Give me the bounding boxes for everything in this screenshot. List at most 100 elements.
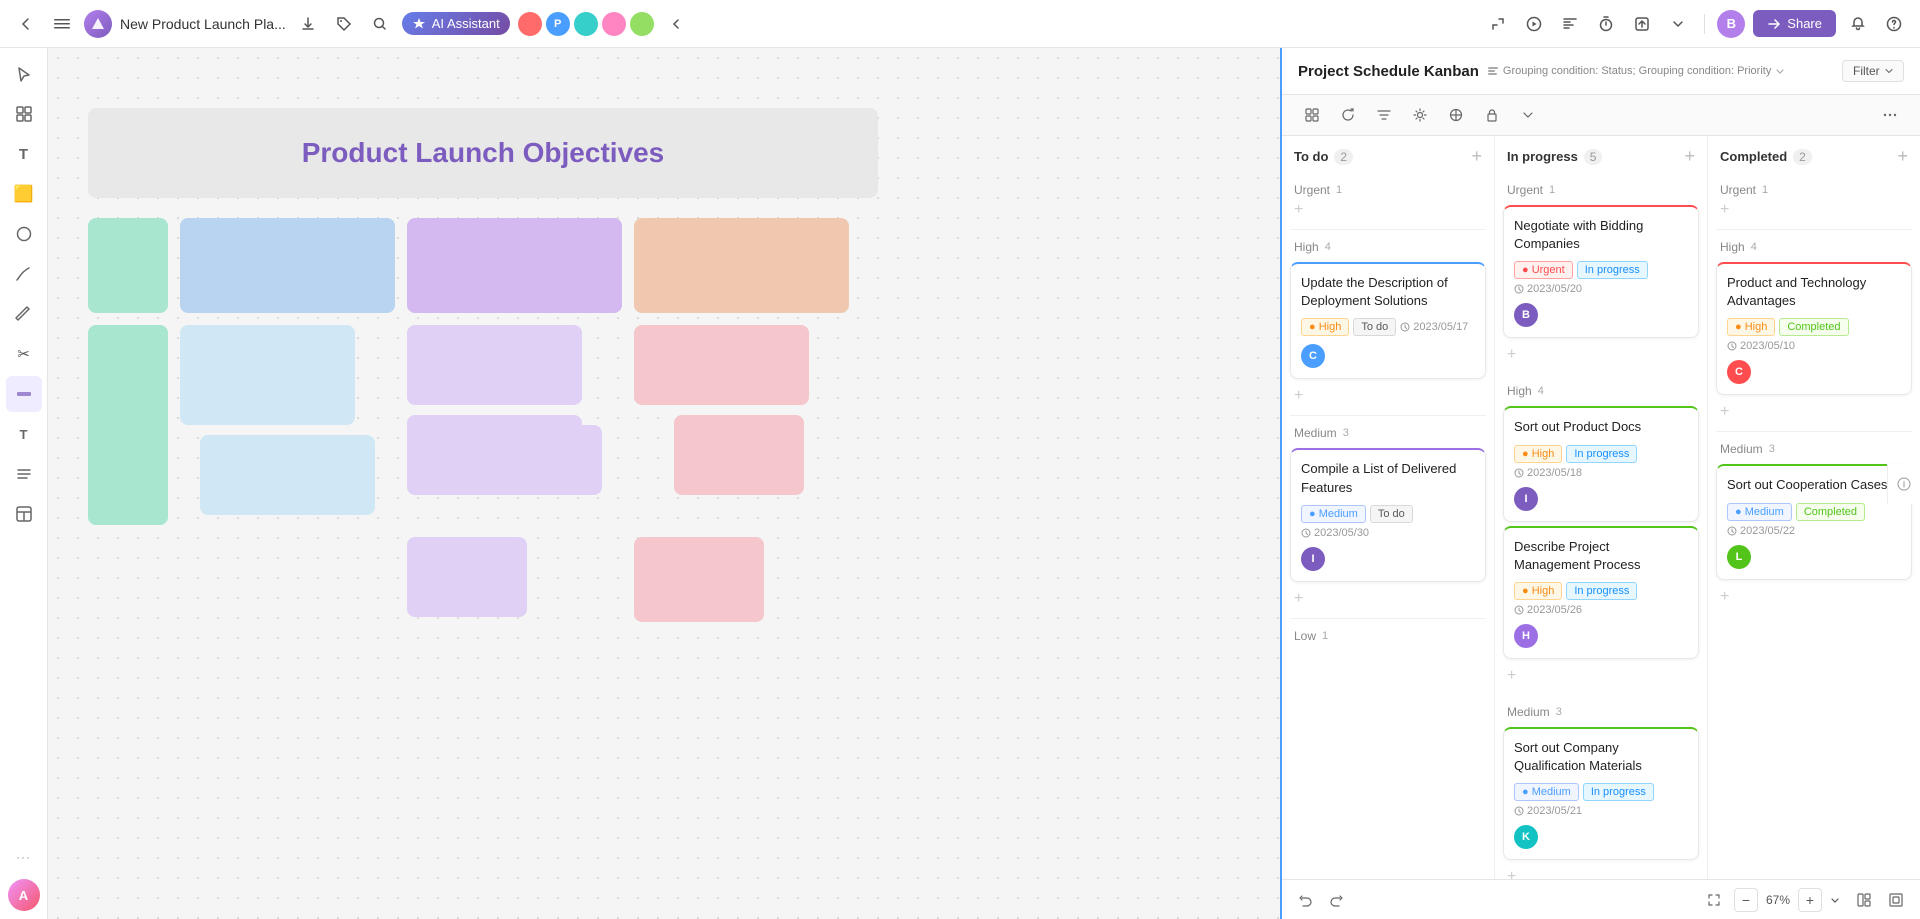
kanban-dropdown-button[interactable] bbox=[1514, 101, 1542, 129]
wb-card-1[interactable] bbox=[88, 218, 168, 313]
sticky-tool[interactable]: 🟨 bbox=[6, 176, 42, 212]
clock-icon bbox=[1514, 468, 1524, 478]
back-button[interactable] bbox=[12, 10, 40, 38]
table-tool[interactable] bbox=[6, 496, 42, 532]
c-medium-label: Medium 3 bbox=[1708, 438, 1920, 460]
kanban-refresh-button[interactable] bbox=[1334, 101, 1362, 129]
kanban-theme-button[interactable] bbox=[1442, 101, 1470, 129]
tag-in-progress: In progress bbox=[1566, 582, 1637, 600]
wb-card-2[interactable] bbox=[180, 218, 395, 313]
text-tool[interactable]: T bbox=[6, 136, 42, 172]
wb-card-purple-col bbox=[407, 325, 622, 525]
grouping-chevron-icon[interactable] bbox=[1775, 66, 1785, 76]
todo-urgent-label: Urgent 1 bbox=[1282, 179, 1494, 201]
template-button[interactable] bbox=[1556, 10, 1584, 38]
wb-card-4[interactable] bbox=[634, 218, 849, 313]
wb-card-purple-r3[interactable] bbox=[407, 537, 527, 617]
menu-button[interactable] bbox=[48, 10, 76, 38]
undo-button[interactable] bbox=[1294, 888, 1318, 912]
timer-button[interactable] bbox=[1592, 10, 1620, 38]
wb-card-purple-inner-3[interactable] bbox=[482, 425, 602, 495]
cut-tool[interactable]: ✂ bbox=[6, 336, 42, 372]
wb-card-blue-inner-1[interactable] bbox=[180, 325, 355, 425]
layout-button[interactable] bbox=[1852, 888, 1876, 912]
card-ip-high-1[interactable]: Sort out Product Docs ● High In progress… bbox=[1503, 406, 1699, 521]
wb-card-pink-inner-2[interactable] bbox=[674, 415, 804, 495]
share-button[interactable]: Share bbox=[1753, 10, 1836, 37]
grid-tool[interactable] bbox=[6, 96, 42, 132]
search-button[interactable] bbox=[366, 10, 394, 38]
column-in-progress-title: In progress bbox=[1507, 149, 1578, 164]
kanban-grid-button[interactable] bbox=[1298, 101, 1326, 129]
ai-assistant-button[interactable]: AI Assistant bbox=[402, 12, 510, 35]
ip-high-card-add[interactable]: + bbox=[1495, 663, 1528, 689]
fit-button[interactable] bbox=[1702, 888, 1726, 912]
shape-tool[interactable] bbox=[6, 216, 42, 252]
main-area: T 🟨 ✂ T ··· A Product Launch O bbox=[0, 48, 1920, 919]
arrow-down-button[interactable] bbox=[1664, 10, 1692, 38]
card-ip-urgent-1[interactable]: Negotiate with Bidding Companies ● Urgen… bbox=[1503, 205, 1699, 338]
play-button[interactable] bbox=[1520, 10, 1548, 38]
kanban-bottom-right: − 67% + bbox=[1702, 888, 1908, 912]
column-todo: To do 2 + Urgent 1 + High bbox=[1282, 136, 1495, 879]
canvas-area[interactable]: Product Launch Objectives bbox=[48, 48, 1280, 919]
card-tags: ● High Completed 2023/05/10 bbox=[1727, 318, 1901, 352]
card-ip-medium-1[interactable]: Sort out Company Qualification Materials… bbox=[1503, 727, 1699, 860]
collaborator-avatars: P bbox=[518, 12, 654, 36]
wb-card-blue-inner-2[interactable] bbox=[200, 435, 375, 515]
kanban-filter-button[interactable] bbox=[1370, 101, 1398, 129]
column-completed-count: 2 bbox=[1793, 149, 1812, 165]
card-c-high-1[interactable]: Product and Technology Advantages ● High… bbox=[1716, 262, 1912, 395]
filter-chevron-icon bbox=[1885, 67, 1893, 75]
zoom-out-button[interactable]: − bbox=[1734, 888, 1758, 912]
ip-medium-card-add[interactable]: + bbox=[1495, 864, 1528, 879]
card-ip-high-2[interactable]: Describe Project Management Process ● Hi… bbox=[1503, 526, 1699, 659]
todo-urgent-add[interactable]: + bbox=[1282, 201, 1315, 223]
help-button[interactable] bbox=[1880, 10, 1908, 38]
wb-card-purple-inner-1[interactable] bbox=[407, 325, 582, 405]
kanban-body[interactable]: To do 2 + Urgent 1 + High bbox=[1282, 136, 1920, 879]
wb-card-3[interactable] bbox=[407, 218, 622, 313]
kanban-more-button[interactable] bbox=[1876, 101, 1904, 129]
draw-tool[interactable] bbox=[6, 296, 42, 332]
notifications-button[interactable] bbox=[1844, 10, 1872, 38]
c-high-card-add[interactable]: + bbox=[1708, 399, 1741, 425]
info-button[interactable] bbox=[1892, 472, 1916, 496]
zoom-in-button[interactable]: + bbox=[1798, 888, 1822, 912]
wb-card-pink-r3[interactable] bbox=[634, 537, 764, 622]
list-tool[interactable] bbox=[6, 456, 42, 492]
c-urgent-add[interactable]: + bbox=[1708, 201, 1741, 223]
text2-tool[interactable]: T bbox=[6, 416, 42, 452]
kanban-settings-button[interactable] bbox=[1406, 101, 1434, 129]
zoom-value[interactable]: 67% bbox=[1762, 893, 1794, 907]
todo-medium-card-add[interactable]: + bbox=[1282, 586, 1315, 612]
column-completed-add[interactable]: + bbox=[1897, 146, 1908, 167]
column-in-progress-add[interactable]: + bbox=[1684, 146, 1695, 167]
redo-button[interactable] bbox=[1324, 888, 1348, 912]
whiteboard-title: Product Launch Objectives bbox=[302, 137, 665, 169]
wb-card-green-tall[interactable] bbox=[88, 325, 168, 525]
card-todo-medium-1[interactable]: Compile a List of Delivered Features ● M… bbox=[1290, 448, 1486, 581]
wb-card-pink-inner-1[interactable] bbox=[634, 325, 809, 405]
column-todo-add[interactable]: + bbox=[1471, 146, 1482, 167]
fullscreen-button[interactable] bbox=[1884, 888, 1908, 912]
line-tool[interactable] bbox=[6, 376, 42, 412]
expand-button[interactable] bbox=[1484, 10, 1512, 38]
collapse-panel-button[interactable] bbox=[662, 10, 690, 38]
filter-button[interactable]: Filter bbox=[1842, 60, 1904, 82]
card-c-medium-1[interactable]: Sort out Cooperation Cases ● Medium Comp… bbox=[1716, 464, 1912, 579]
kanban-lock-button[interactable] bbox=[1478, 101, 1506, 129]
tag-button[interactable] bbox=[330, 10, 358, 38]
card-title: Sort out Product Docs bbox=[1514, 418, 1688, 436]
pen-tool[interactable] bbox=[6, 256, 42, 292]
todo-high-card-add[interactable]: + bbox=[1282, 383, 1315, 409]
more-tools-button[interactable]: ··· bbox=[6, 839, 42, 875]
c-medium-card-add[interactable]: + bbox=[1708, 584, 1741, 610]
download-button[interactable] bbox=[294, 10, 322, 38]
export-button[interactable] bbox=[1628, 10, 1656, 38]
ip-urgent-card-add[interactable]: + bbox=[1495, 342, 1528, 368]
card-todo-high-1[interactable]: Update the Description of Deployment Sol… bbox=[1290, 262, 1486, 379]
select-tool[interactable] bbox=[6, 56, 42, 92]
zoom-dropdown-button[interactable] bbox=[1826, 891, 1844, 909]
toolbar-divider bbox=[1704, 14, 1705, 34]
